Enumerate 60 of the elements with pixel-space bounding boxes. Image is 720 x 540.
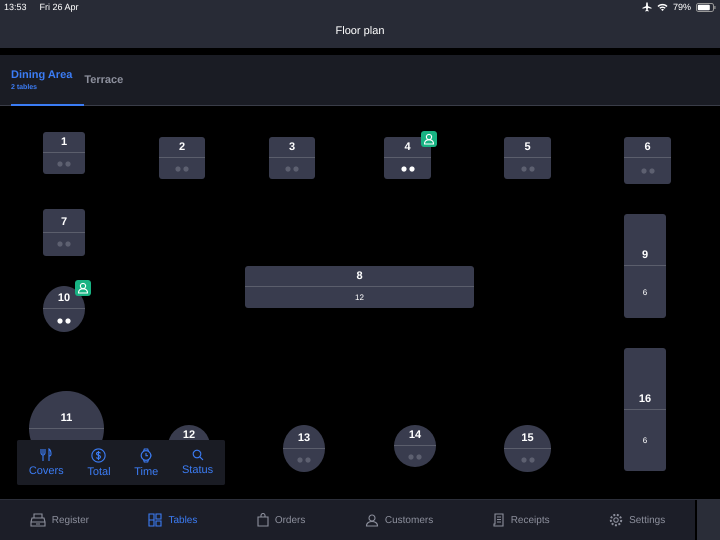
table[interactable]: 10	[43, 286, 85, 332]
seat-count: 6	[642, 436, 648, 445]
seat-count: 12	[355, 293, 364, 302]
seat-dots-icon	[520, 457, 534, 464]
cash-register-icon	[30, 513, 46, 527]
status-time: 13:53	[4, 2, 27, 12]
seat-count: 6	[642, 288, 648, 296]
legend-label: Total	[87, 466, 111, 478]
receipt-icon	[492, 513, 505, 527]
seat-dots-icon	[175, 166, 189, 172]
table[interactable]: 7	[43, 209, 85, 256]
table[interactable]: 16 6	[624, 348, 666, 471]
legend-label: Time	[134, 466, 158, 478]
status-date: Fri 26 Apr	[40, 2, 79, 12]
dollar-icon	[91, 448, 106, 462]
table[interactable]: 15	[504, 425, 551, 472]
legend-label: Covers	[28, 465, 64, 477]
airplane-icon	[642, 2, 652, 12]
battery-icon	[696, 2, 716, 12]
seat-dots-icon	[408, 454, 422, 460]
nav-tab[interactable]: Settings	[603, 512, 672, 528]
nav-tab[interactable]: Orders	[250, 512, 312, 528]
seat-dots-icon	[640, 168, 654, 174]
table[interactable]: 4	[384, 137, 431, 179]
table[interactable]: 5	[504, 137, 551, 179]
seat-dots-icon	[400, 166, 414, 172]
table[interactable]: 3	[269, 137, 315, 179]
seat-dots-icon	[57, 241, 71, 248]
seat-dots-icon	[297, 457, 311, 464]
table[interactable]: 13	[283, 425, 325, 472]
nav-tab[interactable]: Tables	[142, 512, 204, 528]
seat-dots-icon	[285, 166, 299, 172]
seat-dots-icon	[57, 160, 71, 166]
person-icon	[364, 513, 379, 527]
table[interactable]: 8 12	[245, 266, 474, 308]
nav-tab[interactable]: Customers	[358, 512, 440, 528]
guest-badge-icon	[75, 280, 91, 296]
table[interactable]: 1	[43, 132, 85, 174]
table[interactable]: 11	[29, 391, 104, 440]
guest-badge-icon	[421, 131, 437, 147]
nav-tab[interactable]: Register	[24, 512, 95, 528]
table[interactable]: 14	[394, 425, 436, 467]
nav-tab[interactable]: Receipts	[486, 512, 556, 528]
page-title: Floor plan	[336, 25, 384, 37]
fork-knife-icon	[40, 448, 52, 462]
search-icon	[192, 449, 204, 461]
table[interactable]: 6	[624, 137, 671, 184]
watch-icon	[139, 448, 154, 462]
area-tab[interactable]: Terrace	[84, 55, 136, 106]
seat-dots-icon	[520, 166, 534, 172]
battery-percent: 79%	[672, 2, 691, 12]
legend-label: Status	[182, 464, 214, 476]
table[interactable]: 9 6	[624, 214, 666, 318]
table[interactable]: 12	[168, 425, 210, 440]
seat-dots-icon	[57, 318, 71, 324]
grid-icon	[148, 513, 162, 527]
table[interactable]: 2	[159, 137, 205, 179]
settings-icon	[609, 513, 624, 527]
bag-icon	[256, 513, 269, 527]
wifi-icon	[656, 2, 668, 12]
